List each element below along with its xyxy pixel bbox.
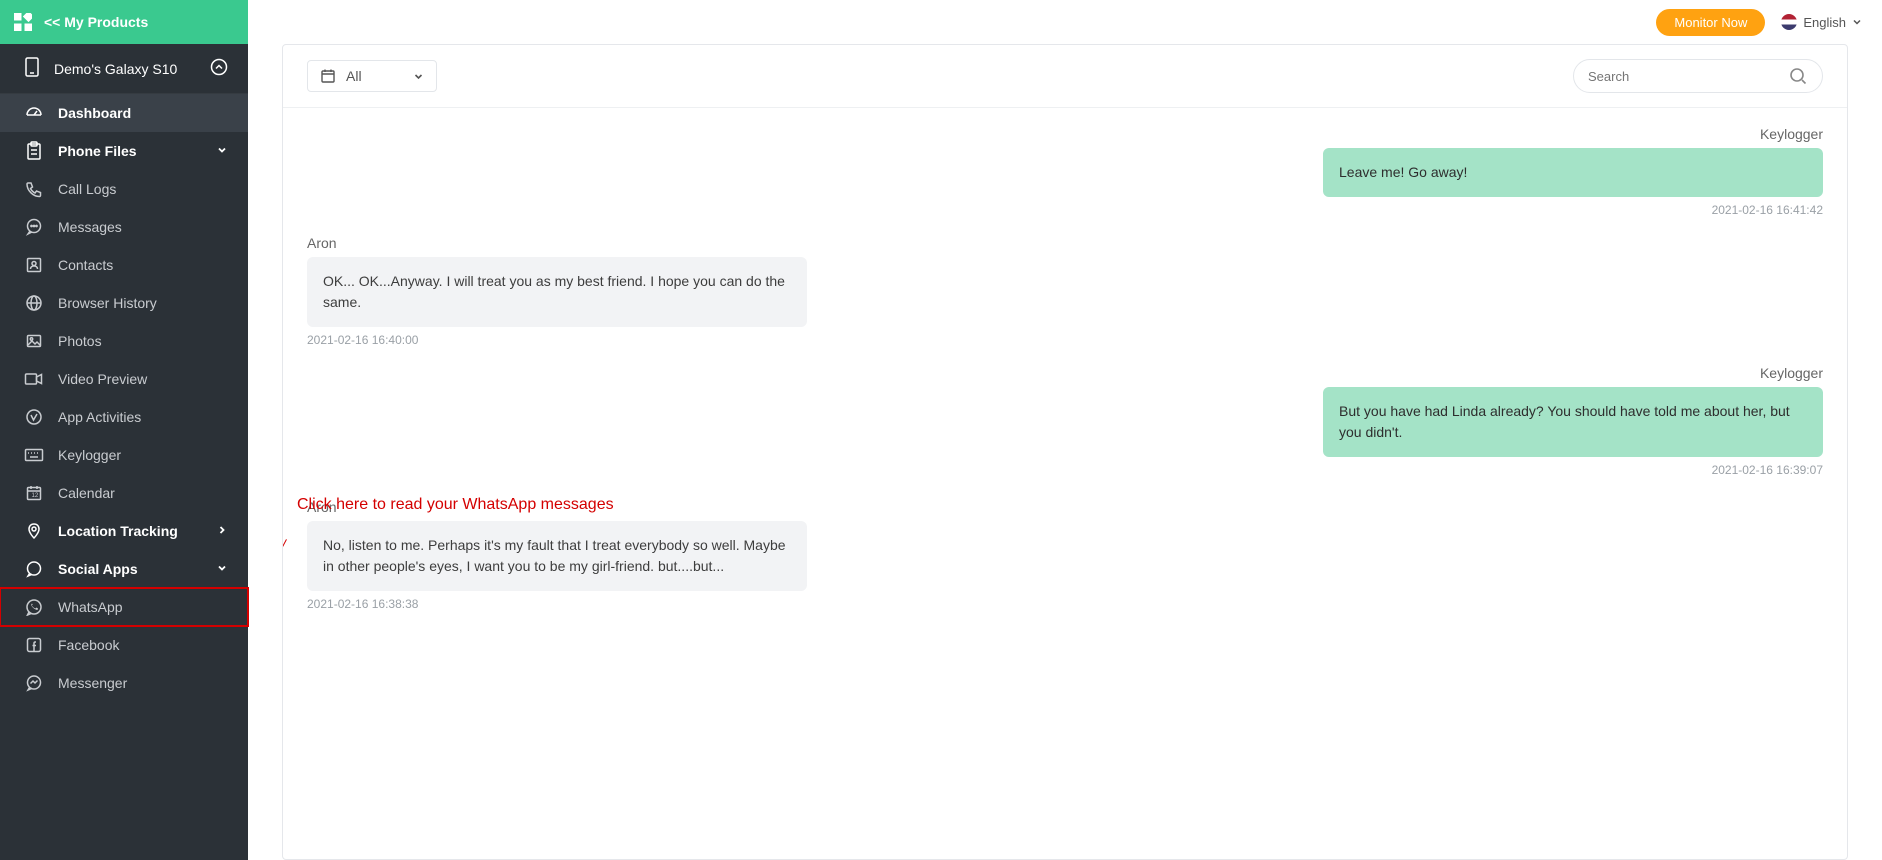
logo-icon: [14, 13, 32, 31]
location-icon: [24, 522, 44, 540]
content-header: All: [283, 45, 1847, 108]
sidebar-item-label: Call Logs: [58, 181, 116, 197]
dashboard-icon: [24, 103, 44, 123]
svg-text:12: 12: [32, 493, 39, 499]
chat-messages: Keylogger Leave me! Go away! 2021-02-16 …: [283, 108, 1847, 859]
sidebar-item-label: Photos: [58, 333, 102, 349]
sidebar-item-messenger[interactable]: Messenger: [0, 664, 248, 702]
sidebar-item-contacts[interactable]: Contacts: [0, 246, 248, 284]
monitor-now-button[interactable]: Monitor Now: [1656, 9, 1765, 36]
language-selector[interactable]: English: [1781, 14, 1862, 30]
collapse-icon: [210, 58, 228, 79]
calendar-icon: [320, 68, 336, 84]
message-group: Aron OK... OK...Anyway. I will treat you…: [307, 235, 1823, 347]
chat-icon: [24, 560, 44, 578]
sidebar-item-label: Browser History: [58, 295, 157, 311]
message-timestamp: 2021-02-16 16:38:38: [307, 597, 1823, 611]
phone-icon: [24, 57, 40, 80]
sidebar-item-phone-files[interactable]: Phone Files: [0, 132, 248, 170]
sidebar-item-label: Messages: [58, 219, 122, 235]
topbar: Monitor Now English: [248, 0, 1882, 44]
sidebar-item-label: Facebook: [58, 637, 119, 653]
sidebar-item-label: Video Preview: [58, 371, 147, 387]
sender-name: Keylogger: [307, 126, 1823, 142]
whatsapp-icon: [24, 598, 44, 616]
sidebar-item-call-logs[interactable]: Call Logs: [0, 170, 248, 208]
search-icon: [1788, 66, 1808, 86]
keyboard-icon: [24, 448, 44, 462]
sidebar-item-keylogger[interactable]: Keylogger: [0, 436, 248, 474]
sidebar: << My Products Demo's Galaxy S10 Dashboa…: [0, 0, 248, 860]
sidebar-item-location-tracking[interactable]: Location Tracking: [0, 512, 248, 550]
device-selector[interactable]: Demo's Galaxy S10: [0, 44, 248, 94]
search-box[interactable]: [1573, 59, 1823, 93]
my-products-link[interactable]: << My Products: [44, 14, 148, 30]
image-icon: [24, 332, 44, 350]
sidebar-top[interactable]: << My Products: [0, 0, 248, 44]
sidebar-item-calendar[interactable]: 12 Calendar: [0, 474, 248, 512]
main-area: Monitor Now English All Keylogger Leave …: [248, 0, 1882, 860]
chevron-down-icon: [216, 143, 228, 159]
chevron-down-icon: [1852, 17, 1862, 27]
message-group: Aron No, listen to me. Perhaps it's my f…: [307, 499, 1823, 611]
sidebar-item-social-apps[interactable]: Social Apps: [0, 550, 248, 588]
messenger-icon: [24, 674, 44, 692]
message-group: Keylogger Leave me! Go away! 2021-02-16 …: [307, 126, 1823, 217]
message-icon: [24, 218, 44, 236]
sidebar-item-whatsapp[interactable]: WhatsApp: [0, 588, 248, 626]
sidebar-item-label: App Activities: [58, 409, 141, 425]
sidebar-item-browser-history[interactable]: Browser History: [0, 284, 248, 322]
clipboard-icon: [24, 141, 44, 161]
contacts-icon: [24, 256, 44, 274]
sidebar-item-label: Keylogger: [58, 447, 121, 463]
globe-icon: [24, 294, 44, 312]
message-bubble: No, listen to me. Perhaps it's my fault …: [307, 521, 807, 591]
message-bubble: But you have had Linda already? You shou…: [1323, 387, 1823, 457]
sidebar-item-label: Social Apps: [58, 561, 138, 577]
sidebar-item-label: Phone Files: [58, 143, 137, 159]
device-name: Demo's Galaxy S10: [54, 61, 177, 77]
message-bubble: OK... OK...Anyway. I will treat you as m…: [307, 257, 807, 327]
sidebar-item-photos[interactable]: Photos: [0, 322, 248, 360]
sidebar-item-label: Messenger: [58, 675, 127, 691]
sidebar-item-video-preview[interactable]: Video Preview: [0, 360, 248, 398]
chevron-down-icon: [216, 561, 228, 577]
sidebar-item-dashboard[interactable]: Dashboard: [0, 94, 248, 132]
message-group: Keylogger But you have had Linda already…: [307, 365, 1823, 477]
sender-name: Keylogger: [307, 365, 1823, 381]
message-timestamp: 2021-02-16 16:39:07: [307, 463, 1823, 477]
chevron-down-icon: [413, 71, 424, 82]
filter-label: All: [346, 68, 362, 84]
calendar-icon: 12: [24, 484, 44, 502]
sidebar-item-label: Calendar: [58, 485, 115, 501]
sidebar-item-app-activities[interactable]: App Activities: [0, 398, 248, 436]
language-label: English: [1803, 15, 1846, 30]
message-timestamp: 2021-02-16 16:40:00: [307, 333, 1823, 347]
message-timestamp: 2021-02-16 16:41:42: [307, 203, 1823, 217]
content-panel: All Keylogger Leave me! Go away! 2021-02…: [282, 44, 1848, 860]
video-icon: [24, 371, 44, 387]
date-filter[interactable]: All: [307, 60, 437, 92]
sender-name: Aron: [307, 235, 1823, 251]
sender-name: Aron: [307, 499, 1823, 515]
message-bubble: Leave me! Go away!: [1323, 148, 1823, 197]
sidebar-item-label: Dashboard: [58, 105, 131, 121]
facebook-icon: [24, 636, 44, 654]
sidebar-item-label: WhatsApp: [58, 599, 123, 615]
call-icon: [24, 180, 44, 198]
sidebar-item-facebook[interactable]: Facebook: [0, 626, 248, 664]
search-input[interactable]: [1588, 69, 1788, 84]
sidebar-item-messages[interactable]: Messages: [0, 208, 248, 246]
sidebar-item-label: Contacts: [58, 257, 113, 273]
annotation-line: [283, 539, 287, 584]
sidebar-item-label: Location Tracking: [58, 523, 178, 539]
flag-icon: [1781, 14, 1797, 30]
chevron-right-icon: [216, 523, 228, 539]
app-icon: [24, 408, 44, 426]
